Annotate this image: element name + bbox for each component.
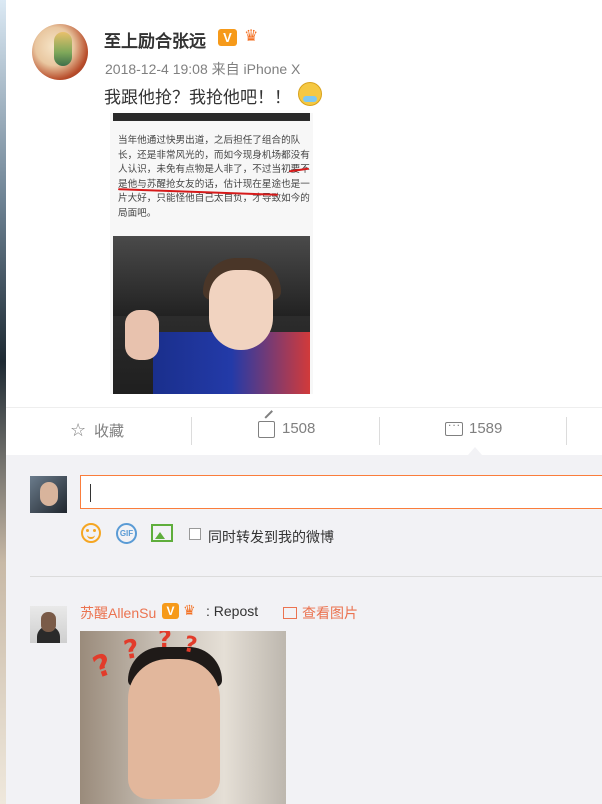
reply-image[interactable]: ? ? ? ? bbox=[80, 631, 286, 804]
reply-user-avatar[interactable] bbox=[30, 606, 67, 643]
vip-crown-icon: ♛ bbox=[183, 602, 196, 618]
action-separator bbox=[191, 417, 192, 445]
smile-icon[interactable] bbox=[81, 523, 101, 543]
text-cursor bbox=[90, 484, 91, 502]
poster-avatar[interactable] bbox=[32, 24, 88, 80]
repost-count-button[interactable]: 1508 bbox=[282, 420, 315, 437]
post-timestamp[interactable]: 2018-12-4 19:08 bbox=[105, 61, 208, 77]
post-source: 来自 iPhone X bbox=[211, 61, 301, 77]
verified-badge-icon: V bbox=[218, 29, 237, 46]
reply-username[interactable]: 苏醒AllenSu bbox=[80, 603, 156, 623]
comment-divider bbox=[30, 576, 602, 577]
forward-checkbox[interactable] bbox=[189, 528, 201, 540]
forward-label[interactable]: 同时转发到我的微博 bbox=[208, 527, 334, 547]
gif-icon[interactable]: GIF bbox=[116, 523, 137, 544]
action-separator bbox=[566, 417, 567, 445]
share-icon[interactable] bbox=[258, 421, 275, 438]
quote-text: 当年他通过快男出道，之后担任了组合的队长，还是非常风光的，而如今现身机场都没有人… bbox=[118, 135, 310, 219]
comment-icon[interactable] bbox=[445, 415, 463, 436]
verified-badge-icon: V bbox=[162, 603, 179, 619]
reply-text: : Repost bbox=[206, 603, 259, 619]
post-image[interactable]: 当年他通过快男出道，之后担任了组合的队长，还是非常风光的，而如今现身机场都没有人… bbox=[110, 113, 313, 394]
emoji-icon bbox=[298, 82, 322, 106]
current-user-avatar[interactable] bbox=[30, 476, 67, 513]
post-text: 我跟他抢？我抢他吧！！ bbox=[104, 88, 291, 107]
favorite-button[interactable]: 收藏 bbox=[94, 420, 124, 441]
image-top-band bbox=[113, 113, 310, 121]
action-separator bbox=[379, 417, 380, 445]
star-icon[interactable]: ☆ bbox=[70, 421, 86, 439]
vip-crown-icon: ♛ bbox=[244, 28, 259, 45]
photo-young-man bbox=[113, 236, 310, 394]
action-bar-divider bbox=[6, 407, 602, 408]
post-meta: 2018-12-4 19:08 来自 iPhone X bbox=[105, 59, 300, 79]
picture-icon bbox=[283, 607, 297, 619]
weibo-post-card: 至上励合张远 V ♛ 2018-12-4 19:08 来自 iPhone X 我… bbox=[6, 0, 602, 804]
view-image-label: 查看图片 bbox=[302, 605, 358, 621]
image-icon[interactable] bbox=[151, 524, 173, 542]
poster-username[interactable]: 至上励合张远 bbox=[104, 27, 206, 52]
view-image-link[interactable]: 查看图片 bbox=[283, 603, 358, 623]
comment-input[interactable] bbox=[80, 475, 602, 509]
active-tab-caret bbox=[468, 447, 482, 455]
comment-count-button[interactable]: 1589 bbox=[469, 420, 502, 437]
